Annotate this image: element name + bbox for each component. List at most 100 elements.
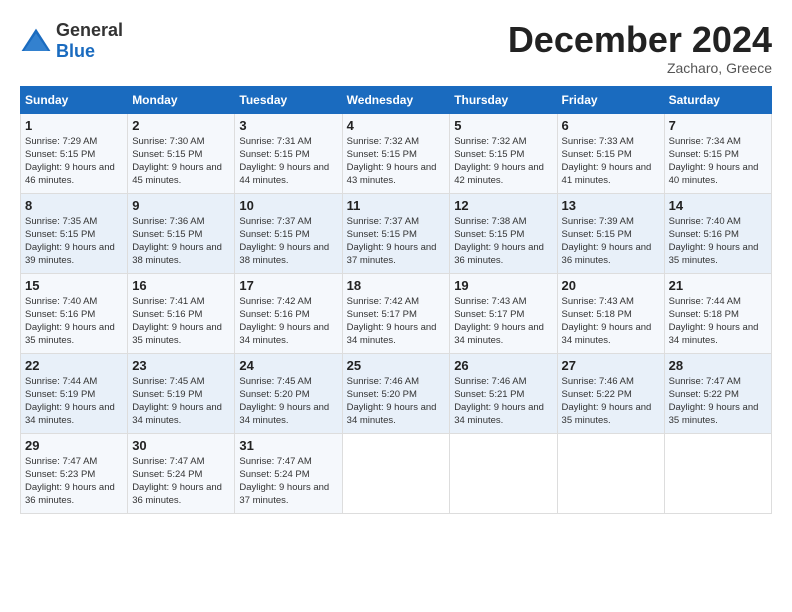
day-number: 13 bbox=[562, 198, 660, 213]
day-number: 18 bbox=[347, 278, 446, 293]
day-number: 17 bbox=[239, 278, 337, 293]
day-info: Sunrise: 7:42 AM Sunset: 5:16 PM Dayligh… bbox=[239, 296, 329, 347]
day-info: Sunrise: 7:43 AM Sunset: 5:18 PM Dayligh… bbox=[562, 296, 652, 347]
day-info: Sunrise: 7:37 AM Sunset: 5:15 PM Dayligh… bbox=[239, 216, 329, 267]
calendar-table: Sunday Monday Tuesday Wednesday Thursday… bbox=[20, 86, 772, 514]
day-number: 10 bbox=[239, 198, 337, 213]
calendar-cell: 10 Sunrise: 7:37 AM Sunset: 5:15 PM Dayl… bbox=[235, 193, 342, 273]
calendar-cell: 23 Sunrise: 7:45 AM Sunset: 5:19 PM Dayl… bbox=[128, 353, 235, 433]
day-number: 7 bbox=[669, 118, 767, 133]
calendar-header-row: Sunday Monday Tuesday Wednesday Thursday… bbox=[21, 86, 772, 113]
day-info: Sunrise: 7:42 AM Sunset: 5:17 PM Dayligh… bbox=[347, 296, 437, 347]
calendar-cell: 28 Sunrise: 7:47 AM Sunset: 5:22 PM Dayl… bbox=[664, 353, 771, 433]
col-saturday: Saturday bbox=[664, 86, 771, 113]
day-number: 21 bbox=[669, 278, 767, 293]
day-number: 3 bbox=[239, 118, 337, 133]
calendar-week-row: 15 Sunrise: 7:40 AM Sunset: 5:16 PM Dayl… bbox=[21, 273, 772, 353]
calendar-week-row: 8 Sunrise: 7:35 AM Sunset: 5:15 PM Dayli… bbox=[21, 193, 772, 273]
day-number: 24 bbox=[239, 358, 337, 373]
calendar-week-row: 29 Sunrise: 7:47 AM Sunset: 5:23 PM Dayl… bbox=[21, 433, 772, 513]
calendar-cell: 31 Sunrise: 7:47 AM Sunset: 5:24 PM Dayl… bbox=[235, 433, 342, 513]
calendar-cell: 11 Sunrise: 7:37 AM Sunset: 5:15 PM Dayl… bbox=[342, 193, 450, 273]
day-number: 5 bbox=[454, 118, 552, 133]
calendar-cell: 13 Sunrise: 7:39 AM Sunset: 5:15 PM Dayl… bbox=[557, 193, 664, 273]
calendar-cell bbox=[557, 433, 664, 513]
day-info: Sunrise: 7:46 AM Sunset: 5:20 PM Dayligh… bbox=[347, 376, 437, 427]
logo-icon bbox=[20, 27, 52, 55]
calendar-cell: 18 Sunrise: 7:42 AM Sunset: 5:17 PM Dayl… bbox=[342, 273, 450, 353]
day-number: 19 bbox=[454, 278, 552, 293]
day-info: Sunrise: 7:31 AM Sunset: 5:15 PM Dayligh… bbox=[239, 136, 329, 187]
col-sunday: Sunday bbox=[21, 86, 128, 113]
day-number: 12 bbox=[454, 198, 552, 213]
calendar-body: 1 Sunrise: 7:29 AM Sunset: 5:15 PM Dayli… bbox=[21, 113, 772, 513]
day-info: Sunrise: 7:37 AM Sunset: 5:15 PM Dayligh… bbox=[347, 216, 437, 267]
day-info: Sunrise: 7:39 AM Sunset: 5:15 PM Dayligh… bbox=[562, 216, 652, 267]
day-number: 31 bbox=[239, 438, 337, 453]
calendar-cell: 1 Sunrise: 7:29 AM Sunset: 5:15 PM Dayli… bbox=[21, 113, 128, 193]
calendar-cell: 3 Sunrise: 7:31 AM Sunset: 5:15 PM Dayli… bbox=[235, 113, 342, 193]
day-number: 22 bbox=[25, 358, 123, 373]
day-number: 25 bbox=[347, 358, 446, 373]
day-number: 1 bbox=[25, 118, 123, 133]
day-info: Sunrise: 7:44 AM Sunset: 5:18 PM Dayligh… bbox=[669, 296, 759, 347]
logo-blue: Blue bbox=[56, 41, 95, 61]
header: General Blue December 2024 Zacharo, Gree… bbox=[20, 20, 772, 76]
calendar-cell: 2 Sunrise: 7:30 AM Sunset: 5:15 PM Dayli… bbox=[128, 113, 235, 193]
day-info: Sunrise: 7:40 AM Sunset: 5:16 PM Dayligh… bbox=[669, 216, 759, 267]
calendar-cell: 26 Sunrise: 7:46 AM Sunset: 5:21 PM Dayl… bbox=[450, 353, 557, 433]
day-number: 6 bbox=[562, 118, 660, 133]
day-info: Sunrise: 7:32 AM Sunset: 5:15 PM Dayligh… bbox=[347, 136, 437, 187]
day-info: Sunrise: 7:45 AM Sunset: 5:20 PM Dayligh… bbox=[239, 376, 329, 427]
col-tuesday: Tuesday bbox=[235, 86, 342, 113]
logo-general: General bbox=[56, 20, 123, 40]
calendar-cell: 9 Sunrise: 7:36 AM Sunset: 5:15 PM Dayli… bbox=[128, 193, 235, 273]
calendar-cell: 6 Sunrise: 7:33 AM Sunset: 5:15 PM Dayli… bbox=[557, 113, 664, 193]
day-info: Sunrise: 7:43 AM Sunset: 5:17 PM Dayligh… bbox=[454, 296, 544, 347]
day-info: Sunrise: 7:41 AM Sunset: 5:16 PM Dayligh… bbox=[132, 296, 222, 347]
logo: General Blue bbox=[20, 20, 123, 62]
day-number: 29 bbox=[25, 438, 123, 453]
day-info: Sunrise: 7:44 AM Sunset: 5:19 PM Dayligh… bbox=[25, 376, 115, 427]
day-info: Sunrise: 7:34 AM Sunset: 5:15 PM Dayligh… bbox=[669, 136, 759, 187]
day-info: Sunrise: 7:46 AM Sunset: 5:21 PM Dayligh… bbox=[454, 376, 544, 427]
col-thursday: Thursday bbox=[450, 86, 557, 113]
title-area: December 2024 Zacharo, Greece bbox=[508, 20, 772, 76]
day-info: Sunrise: 7:29 AM Sunset: 5:15 PM Dayligh… bbox=[25, 136, 115, 187]
day-number: 16 bbox=[132, 278, 230, 293]
calendar-cell bbox=[450, 433, 557, 513]
day-info: Sunrise: 7:47 AM Sunset: 5:24 PM Dayligh… bbox=[132, 456, 222, 507]
calendar-cell: 4 Sunrise: 7:32 AM Sunset: 5:15 PM Dayli… bbox=[342, 113, 450, 193]
calendar-cell bbox=[664, 433, 771, 513]
calendar-cell: 16 Sunrise: 7:41 AM Sunset: 5:16 PM Dayl… bbox=[128, 273, 235, 353]
calendar-cell: 7 Sunrise: 7:34 AM Sunset: 5:15 PM Dayli… bbox=[664, 113, 771, 193]
calendar-cell: 24 Sunrise: 7:45 AM Sunset: 5:20 PM Dayl… bbox=[235, 353, 342, 433]
day-number: 11 bbox=[347, 198, 446, 213]
day-info: Sunrise: 7:33 AM Sunset: 5:15 PM Dayligh… bbox=[562, 136, 652, 187]
day-info: Sunrise: 7:47 AM Sunset: 5:22 PM Dayligh… bbox=[669, 376, 759, 427]
day-info: Sunrise: 7:47 AM Sunset: 5:23 PM Dayligh… bbox=[25, 456, 115, 507]
day-number: 26 bbox=[454, 358, 552, 373]
day-info: Sunrise: 7:46 AM Sunset: 5:22 PM Dayligh… bbox=[562, 376, 652, 427]
day-number: 2 bbox=[132, 118, 230, 133]
logo-text: General Blue bbox=[56, 20, 123, 62]
day-info: Sunrise: 7:32 AM Sunset: 5:15 PM Dayligh… bbox=[454, 136, 544, 187]
calendar-cell: 29 Sunrise: 7:47 AM Sunset: 5:23 PM Dayl… bbox=[21, 433, 128, 513]
day-number: 8 bbox=[25, 198, 123, 213]
calendar-cell: 8 Sunrise: 7:35 AM Sunset: 5:15 PM Dayli… bbox=[21, 193, 128, 273]
day-number: 27 bbox=[562, 358, 660, 373]
day-number: 30 bbox=[132, 438, 230, 453]
day-info: Sunrise: 7:47 AM Sunset: 5:24 PM Dayligh… bbox=[239, 456, 329, 507]
calendar-cell: 15 Sunrise: 7:40 AM Sunset: 5:16 PM Dayl… bbox=[21, 273, 128, 353]
day-info: Sunrise: 7:38 AM Sunset: 5:15 PM Dayligh… bbox=[454, 216, 544, 267]
calendar-cell bbox=[342, 433, 450, 513]
day-number: 14 bbox=[669, 198, 767, 213]
day-number: 9 bbox=[132, 198, 230, 213]
day-info: Sunrise: 7:30 AM Sunset: 5:15 PM Dayligh… bbox=[132, 136, 222, 187]
calendar-cell: 12 Sunrise: 7:38 AM Sunset: 5:15 PM Dayl… bbox=[450, 193, 557, 273]
day-info: Sunrise: 7:40 AM Sunset: 5:16 PM Dayligh… bbox=[25, 296, 115, 347]
calendar-cell: 22 Sunrise: 7:44 AM Sunset: 5:19 PM Dayl… bbox=[21, 353, 128, 433]
calendar-cell: 19 Sunrise: 7:43 AM Sunset: 5:17 PM Dayl… bbox=[450, 273, 557, 353]
calendar-cell: 20 Sunrise: 7:43 AM Sunset: 5:18 PM Dayl… bbox=[557, 273, 664, 353]
calendar-cell: 30 Sunrise: 7:47 AM Sunset: 5:24 PM Dayl… bbox=[128, 433, 235, 513]
